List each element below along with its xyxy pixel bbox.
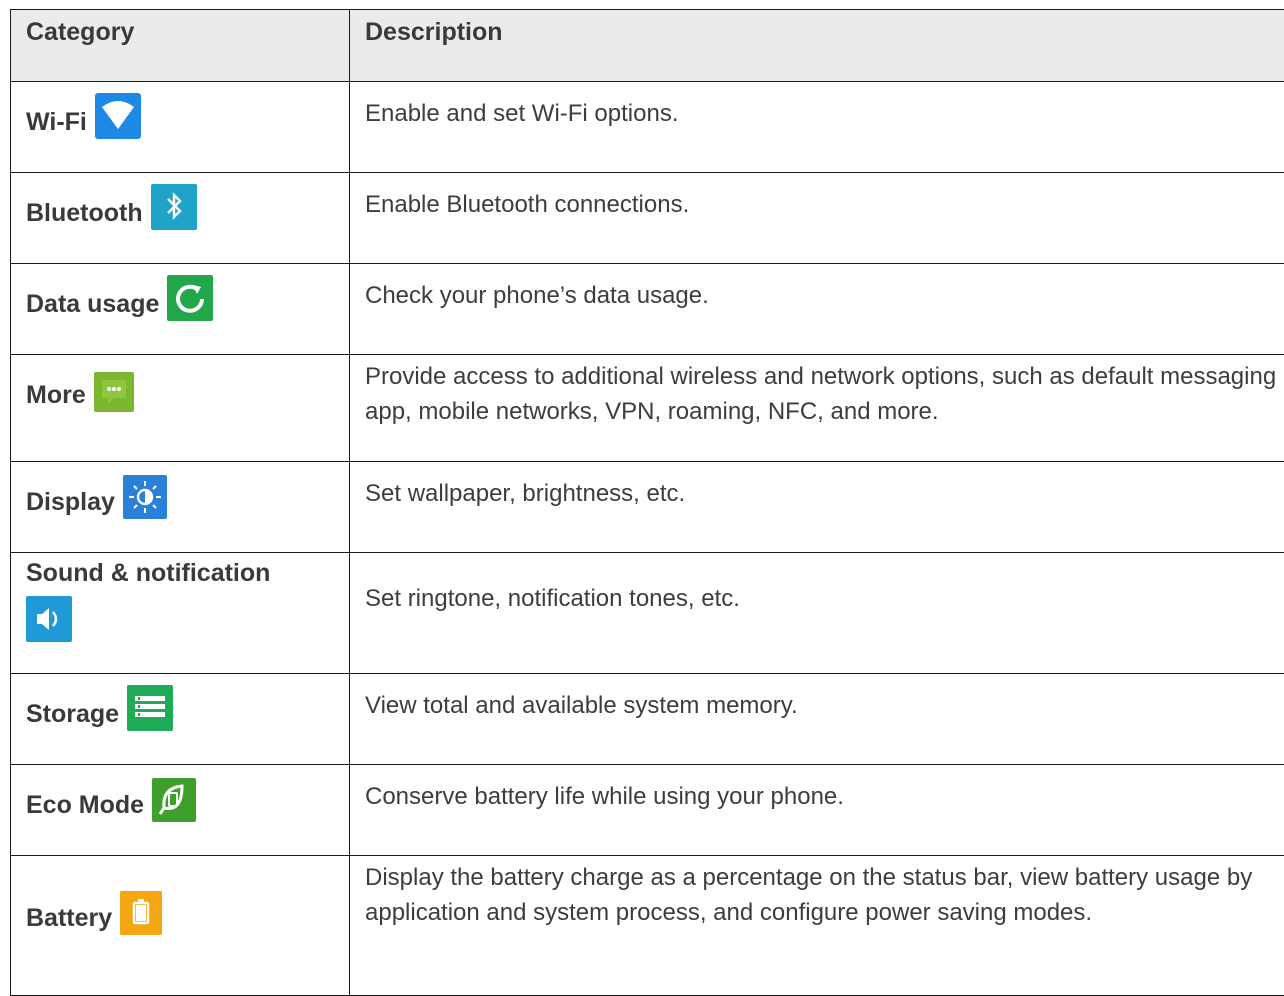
category-cell: Wi-Fi [11,82,350,173]
category-cell: Data usage [11,264,350,355]
settings-table: Category Description Wi-Fi Enable and se… [10,9,1284,996]
category-label: Sound & notification [26,559,349,588]
more-icon [94,372,134,412]
table-row: Battery Display the battery charge as a … [11,856,1284,996]
description-cell: Set wallpaper, brightness, etc. [350,462,1284,553]
description-cell: Enable Bluetooth connections. [350,173,1284,264]
category-label: Eco Mode [26,791,144,822]
table-row: Storage View total and available system … [11,674,1284,765]
description-text: Provide access to additional wireless an… [350,355,1284,429]
description-cell: Display the battery charge as a percenta… [350,856,1284,996]
description-text: View total and available system memory. [350,674,1284,723]
category-cell: Eco Mode [11,765,350,856]
description-text: Display the battery charge as a percenta… [350,856,1284,930]
category-cell: Battery [11,856,350,996]
description-cell: Provide access to additional wireless an… [350,355,1284,462]
table-row: Display Set wallpaper, brightness, etc. [11,462,1284,553]
description-text: Check your phone’s data usage. [350,264,1284,313]
table-row: More Provide access to additional wirele… [11,355,1284,462]
table-row: Bluetooth Enable Bluetooth connections. [11,173,1284,264]
description-text: Set wallpaper, brightness, etc. [350,462,1284,511]
category-cell: Storage [11,674,350,765]
category-cell: Bluetooth [11,173,350,264]
category-label: Data usage [26,290,159,321]
description-text: Conserve battery life while using your p… [350,765,1284,814]
description-cell: Check your phone’s data usage. [350,264,1284,355]
description-text: Enable Bluetooth connections. [350,173,1284,222]
sound-icon [26,596,72,642]
header-category-label: Category [11,10,349,47]
bluetooth-icon [151,184,197,230]
data-usage-icon [167,275,213,321]
header-category: Category [11,10,350,82]
category-label: Display [26,488,115,519]
category-cell: Sound & notification [11,553,350,674]
description-text: Enable and set Wi-Fi options. [350,82,1284,131]
battery-icon [120,891,162,935]
table-row: Eco Mode Conserve battery life while usi… [11,765,1284,856]
category-label: More [26,381,86,412]
header-description-label: Description [350,10,1284,47]
table-row: Wi-Fi Enable and set Wi-Fi options. [11,82,1284,173]
category-cell: Display [11,462,350,553]
display-icon [123,475,167,519]
table-row: Data usage Check your phone’s data usage… [11,264,1284,355]
category-cell: More [11,355,350,462]
category-label: Storage [26,700,119,731]
category-label: Battery [26,904,112,935]
table-header-row: Category Description [11,10,1284,82]
category-label: Bluetooth [26,199,143,230]
description-cell: Set ringtone, notification tones, etc. [350,553,1284,674]
wifi-icon [95,93,141,139]
category-label: Wi-Fi [26,108,87,139]
storage-icon [127,685,173,731]
description-cell: Enable and set Wi-Fi options. [350,82,1284,173]
description-cell: View total and available system memory. [350,674,1284,765]
table-row: Sound & notification Set ringtone, notif… [11,553,1284,674]
description-cell: Conserve battery life while using your p… [350,765,1284,856]
description-text: Set ringtone, notification tones, etc. [350,553,1284,616]
header-description: Description [350,10,1284,82]
eco-mode-icon [152,778,196,822]
